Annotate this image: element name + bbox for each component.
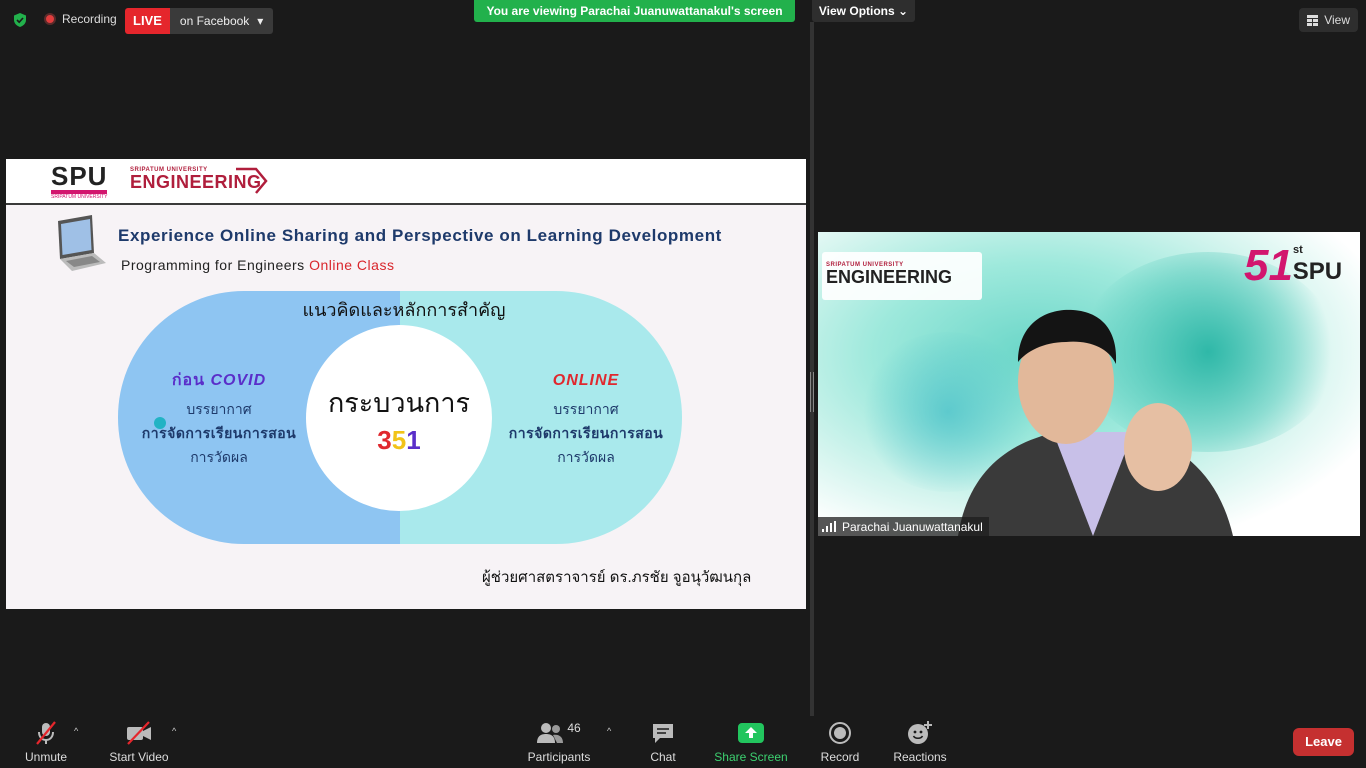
video-off-icon xyxy=(127,721,151,745)
online-heading: ONLINE xyxy=(552,372,620,389)
process-circle: กระบวนการ 351 xyxy=(306,325,492,511)
engineering-logo: SRIPATUM UNIVERSITY ENGINEERING xyxy=(130,167,268,194)
list-item: การวัดผล xyxy=(557,449,615,465)
participant-name-tag: Parachai Juanuwattanakul xyxy=(818,517,989,536)
before-covid-list: ก่อน COVID บรรยากาศ การจัดการเรียนการสอน… xyxy=(119,369,319,469)
participant-name: Parachai Juanuwattanakul xyxy=(842,519,983,534)
reactions-button[interactable]: Reactions xyxy=(890,720,950,764)
chat-icon xyxy=(653,724,673,743)
process-digit: 1 xyxy=(406,425,421,455)
process-label: กระบวนการ xyxy=(327,388,471,418)
split-divider[interactable] xyxy=(810,22,814,716)
slide-title: Experience Online Sharing and Perspectiv… xyxy=(118,226,722,245)
participant-video[interactable]: SRIPATUM UNIVERSITY ENGINEERING 51 st SP… xyxy=(818,232,1360,536)
list-item: การจัดการเรียนการสอน xyxy=(508,425,664,441)
live-target-label: on Facebook xyxy=(179,14,250,28)
share-screen-icon xyxy=(738,723,764,743)
chevron-down-icon: ⌄ xyxy=(898,4,909,18)
recording-dot-icon xyxy=(44,13,56,25)
list-item: บรรยากาศ xyxy=(186,401,252,417)
smiley-add-icon xyxy=(908,721,932,744)
concept-heading: แนวคิดและหลักการสำคัญ xyxy=(302,300,506,320)
live-badge: LIVE xyxy=(125,8,170,34)
anniversary-badge: 51 st SPU xyxy=(1244,241,1343,290)
video-options-caret[interactable]: ^ xyxy=(172,726,176,736)
video-engineering-logo: SRIPATUM UNIVERSITY ENGINEERING xyxy=(822,252,982,300)
muted-microphone-icon xyxy=(36,721,56,745)
share-screen-button[interactable]: Share Screen xyxy=(711,720,791,764)
list-item: การจัดการเรียนการสอน xyxy=(141,425,297,441)
view-label: View xyxy=(1324,13,1350,27)
viewing-screen-banner: You are viewing Parachai Juanuwattanakul… xyxy=(474,0,795,22)
spu-logo: SPU SRIPATUM UNIVERSITY xyxy=(51,161,108,200)
view-options-button[interactable]: View Options ⌄ xyxy=(812,0,915,22)
record-button[interactable]: Record xyxy=(815,720,865,764)
process-digit: 5 xyxy=(391,425,407,455)
live-target[interactable]: on Facebook ▾ xyxy=(169,8,274,34)
view-button[interactable]: View xyxy=(1299,8,1358,32)
slide-subtitle: Programming for Engineers Online Class xyxy=(121,257,395,273)
participants-options-caret[interactable]: ^ xyxy=(607,726,611,736)
list-item: การวัดผล xyxy=(190,449,248,465)
unmute-button[interactable]: Unmute xyxy=(18,720,74,764)
view-options-label: View Options xyxy=(818,4,895,18)
participants-button[interactable]: 46 Participants xyxy=(523,720,595,764)
recording-indicator[interactable]: Recording xyxy=(44,12,117,26)
slide-header: SPU SRIPATUM UNIVERSITY SRIPATUM UNIVERS… xyxy=(6,159,806,205)
chat-button[interactable]: Chat xyxy=(643,720,683,764)
recording-label: Recording xyxy=(62,12,117,26)
engineering-chevron-icon xyxy=(236,167,268,194)
laptop-icon xyxy=(58,215,106,271)
author-name: ผู้ช่วยศาสตราจารย์ ดร.ภรชัย จูอนุวัฒนกุล xyxy=(482,569,752,586)
online-list: ONLINE บรรยากาศ การจัดการเรียนการสอน การ… xyxy=(486,369,686,469)
divider-grip-icon[interactable] xyxy=(810,372,814,412)
presenter-figure xyxy=(958,309,1233,536)
participants-count: 46 xyxy=(567,721,581,735)
signal-strength-icon xyxy=(822,521,836,532)
process-number: 351 xyxy=(306,425,492,456)
audio-options-caret[interactable]: ^ xyxy=(74,726,78,736)
security-shield-icon[interactable] xyxy=(12,12,28,28)
meeting-toolbar: Unmute ^ Start Video ^ 46 Participants ^ xyxy=(0,716,1366,768)
before-covid-heading: ก่อน COVID xyxy=(171,372,267,389)
record-icon xyxy=(829,722,851,744)
laser-pointer xyxy=(154,417,166,429)
participants-icon xyxy=(537,723,564,743)
live-stream-indicator[interactable]: LIVE on Facebook ▾ xyxy=(125,8,274,34)
shared-screen-slide: SPU SRIPATUM UNIVERSITY SRIPATUM UNIVERS… xyxy=(6,159,806,609)
process-digit: 3 xyxy=(377,425,392,455)
grid-view-icon xyxy=(1307,14,1319,26)
list-item: บรรยากาศ xyxy=(553,401,619,417)
start-video-button[interactable]: Start Video xyxy=(104,720,174,764)
caret-down-icon: ▾ xyxy=(257,14,264,28)
leave-button[interactable]: Leave xyxy=(1293,728,1354,756)
